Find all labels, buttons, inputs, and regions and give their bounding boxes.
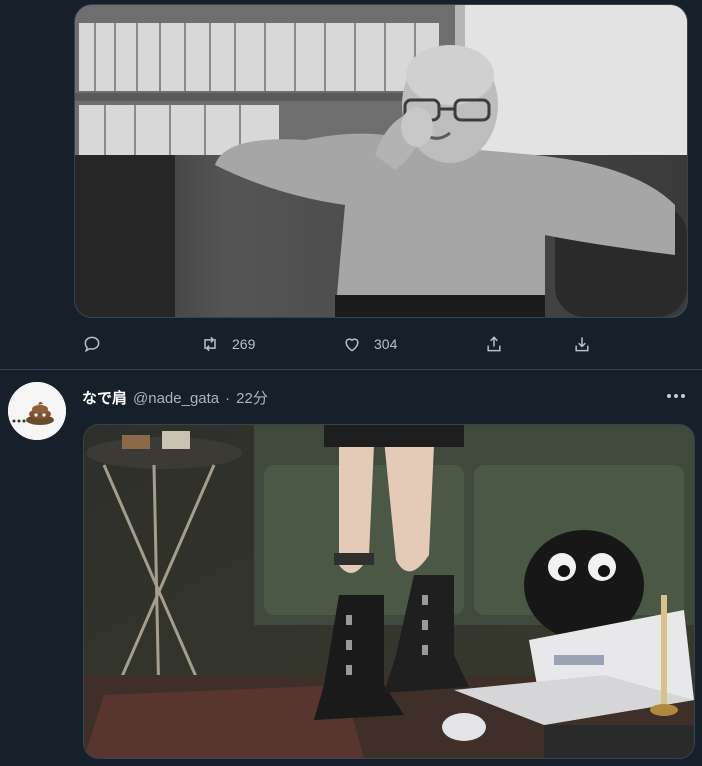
- reply-icon: [84, 336, 100, 353]
- share-button[interactable]: [484, 330, 504, 358]
- user-handle[interactable]: @nade_gata: [133, 390, 219, 407]
- heart-icon: [345, 338, 359, 352]
- more-dot-icon: [667, 394, 671, 398]
- tweet-divider: [0, 369, 702, 370]
- retweet-count: 269: [232, 336, 256, 352]
- share-icon: [487, 336, 501, 352]
- poop-emoji-icon: [8, 382, 66, 440]
- display-name[interactable]: なで肩: [82, 387, 127, 408]
- timestamp[interactable]: 22分: [236, 387, 268, 408]
- tweet-illustration[interactable]: [83, 424, 695, 759]
- download-button[interactable]: [572, 330, 592, 358]
- more-options-button[interactable]: [662, 384, 690, 408]
- like-count: 304: [374, 336, 398, 352]
- illustration-image: [84, 425, 694, 758]
- tweet-action-bar: 269 304: [82, 330, 602, 358]
- photo-illustration: [75, 5, 687, 317]
- download-icon: [575, 337, 589, 352]
- reply-button[interactable]: [82, 330, 102, 358]
- like-button[interactable]: 304: [342, 330, 397, 358]
- retweet-icon: [204, 336, 216, 352]
- avatar[interactable]: [8, 382, 66, 440]
- more-dot-icon: [681, 394, 685, 398]
- retweet-button[interactable]: 269: [200, 330, 255, 358]
- tweet-photo[interactable]: [74, 4, 688, 318]
- tweet-header: なで肩 @nade_gata · 22分: [82, 387, 268, 408]
- separator: ·: [225, 390, 231, 407]
- timeline-feed: 269 304 なで肩 @nade_gata · 22分: [0, 0, 702, 766]
- more-dot-icon: [674, 394, 678, 398]
